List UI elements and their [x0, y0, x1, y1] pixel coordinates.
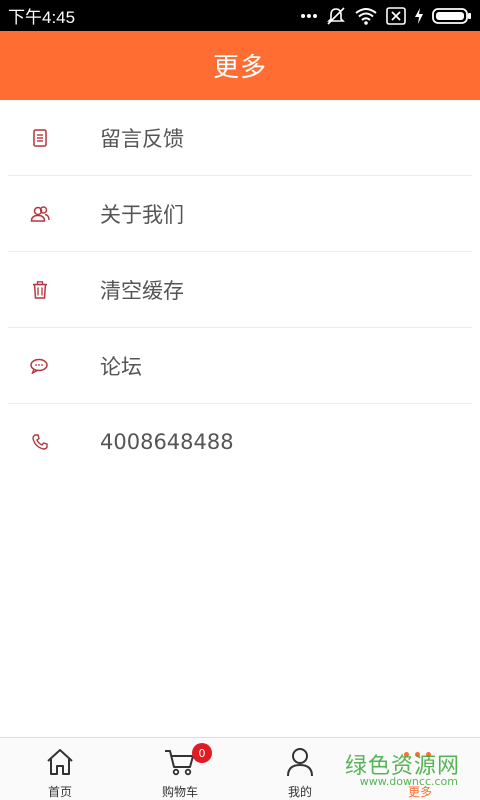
menu-item-forum[interactable]: 论坛	[8, 328, 472, 404]
document-icon	[30, 128, 50, 148]
status-time: 下午4:45	[8, 8, 76, 27]
wifi-icon	[355, 7, 377, 25]
status-icons	[301, 6, 472, 26]
menu-item-about-us[interactable]: 关于我们	[8, 176, 472, 252]
menu-item-feedback[interactable]: 留言反馈	[8, 100, 472, 176]
tab-label: 首页	[47, 785, 72, 799]
menu-item-label: 关于我们	[100, 202, 184, 227]
watermark-url: www.downcc.com	[359, 775, 458, 788]
page-title: 更多	[212, 53, 267, 83]
tab-label: 购物车	[161, 785, 198, 799]
charging-icon	[415, 7, 423, 24]
menu-item-label: 论坛	[100, 354, 142, 379]
menu-list: 留言反馈 关于我们 清空缓存 论坛 4008648488	[0, 100, 480, 480]
menu-item-label: 清空缓存	[100, 278, 184, 303]
tab-label: 我的	[287, 785, 312, 799]
user-icon	[286, 746, 314, 778]
chat-bubble-icon	[30, 356, 50, 376]
menu-item-label: 留言反馈	[100, 126, 184, 151]
cart-icon: 0	[164, 743, 212, 778]
more-dots-icon	[301, 13, 317, 18]
users-icon	[30, 204, 50, 224]
title-bar: 更多	[0, 31, 480, 100]
cart-count-badge: 0	[192, 743, 212, 763]
home-icon	[45, 746, 75, 778]
menu-item-phone[interactable]: 4008648488	[8, 404, 472, 480]
mute-icon	[327, 6, 345, 25]
status-bar: 下午4:45	[0, 0, 480, 31]
tab-cart[interactable]: 0 购物车	[120, 738, 240, 800]
battery-icon	[432, 7, 471, 24]
tab-mine[interactable]: 我的	[240, 738, 360, 800]
menu-item-clear-cache[interactable]: 清空缓存	[8, 252, 472, 328]
phone-number: 4008648488	[100, 430, 234, 454]
tab-home[interactable]: 首页	[0, 738, 120, 800]
trash-icon	[30, 280, 50, 300]
no-sim-icon	[386, 6, 406, 25]
phone-icon	[30, 432, 50, 452]
